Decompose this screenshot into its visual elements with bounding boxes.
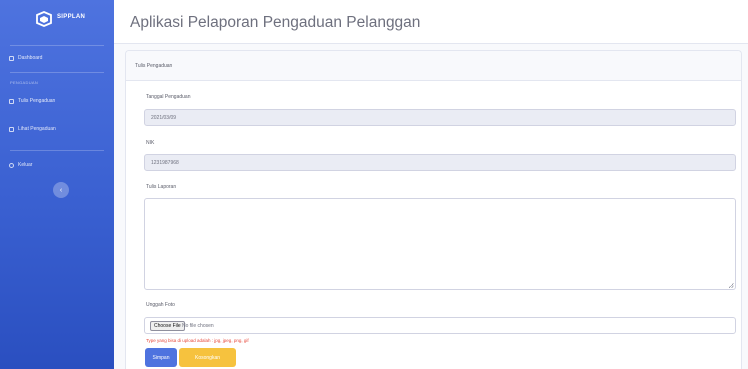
sidebar-item-label: Tulis Pengaduan xyxy=(18,98,56,104)
sidebar-divider xyxy=(10,150,104,151)
date-value: 2021/03/09 xyxy=(151,115,177,121)
resize-grip-icon[interactable] xyxy=(729,283,734,288)
brand-name: SIPPLAN xyxy=(57,14,86,20)
sidebar-divider xyxy=(10,45,104,46)
dashboard-icon xyxy=(9,55,14,61)
card-title: Tulis Pengaduan xyxy=(135,63,173,69)
sidebar-toggle-button[interactable]: ‹ xyxy=(53,182,69,198)
date-label: Tanggal Pengaduan xyxy=(146,94,191,100)
logout-icon xyxy=(9,162,14,168)
upload-help-text: Type yang bisa di upload adalah : jpg, j… xyxy=(146,338,249,343)
sidebar-item-label: Dashboard xyxy=(18,55,43,61)
sidebar-item-label: Keluar xyxy=(18,162,33,168)
sidebar: SIPPLAN Dashboard Pengaduan Tulis Pengad… xyxy=(0,0,114,369)
page-title: Aplikasi Pelaporan Pengaduan Pelanggan xyxy=(130,14,421,31)
complaint-form-card: Tulis Pengaduan Tanggal Pengaduan 2021/0… xyxy=(125,50,742,369)
nik-label: NIK xyxy=(146,140,155,146)
sidebar-item-lihat-pengaduan[interactable]: Lihat Pengaduan xyxy=(9,123,56,135)
edit-icon xyxy=(9,98,14,104)
report-label: Tulis Laporan xyxy=(146,184,177,190)
photo-file-input[interactable]: Choose File No file chosen xyxy=(144,317,736,334)
card-header: Tulis Pengaduan xyxy=(126,51,741,81)
nik-field[interactable]: 1231987968 xyxy=(144,154,736,171)
chevron-left-icon: ‹ xyxy=(59,186,63,194)
upload-label: Unggah Foto xyxy=(146,302,175,308)
reset-button[interactable]: Kosongkan xyxy=(179,348,236,367)
sidebar-heading: Pengaduan xyxy=(10,80,39,85)
list-icon xyxy=(9,126,14,132)
topbar: Aplikasi Pelaporan Pengaduan Pelanggan xyxy=(114,0,748,44)
sidebar-divider xyxy=(10,72,104,73)
submit-button[interactable]: Simpan xyxy=(145,348,177,367)
sidebar-brand[interactable]: SIPPLAN xyxy=(0,8,114,36)
sidebar-item-label: Lihat Pengaduan xyxy=(18,126,56,132)
app-root: SIPPLAN Dashboard Pengaduan Tulis Pengad… xyxy=(0,0,748,369)
sidebar-item-dashboard[interactable]: Dashboard xyxy=(9,52,42,64)
report-textarea[interactable] xyxy=(144,198,736,290)
choose-file-button[interactable]: Choose File xyxy=(150,321,185,331)
file-status: No file chosen xyxy=(182,323,214,329)
sidebar-item-keluar[interactable]: Keluar xyxy=(9,159,32,171)
date-field[interactable]: 2021/03/09 xyxy=(144,109,736,126)
logo-icon xyxy=(36,11,52,27)
sidebar-item-tulis-pengaduan[interactable]: Tulis Pengaduan xyxy=(9,95,55,107)
nik-value: 1231987968 xyxy=(151,160,179,166)
